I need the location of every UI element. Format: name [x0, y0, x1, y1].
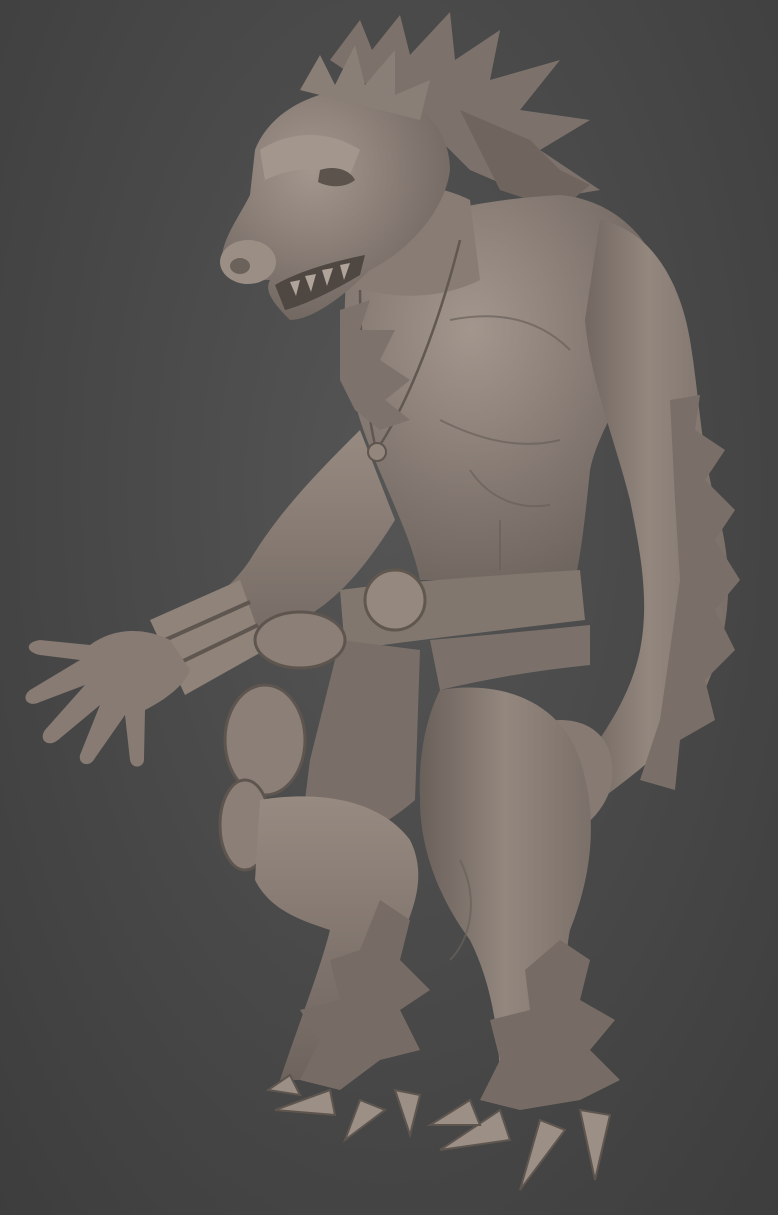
creature-sculpt-render: [25, 12, 740, 1191]
left-hand: [25, 630, 191, 767]
nose-tip: [230, 258, 250, 274]
belt-buckle: [363, 568, 427, 632]
necklace-pendant: [367, 442, 387, 462]
render-viewport: [0, 0, 778, 1215]
